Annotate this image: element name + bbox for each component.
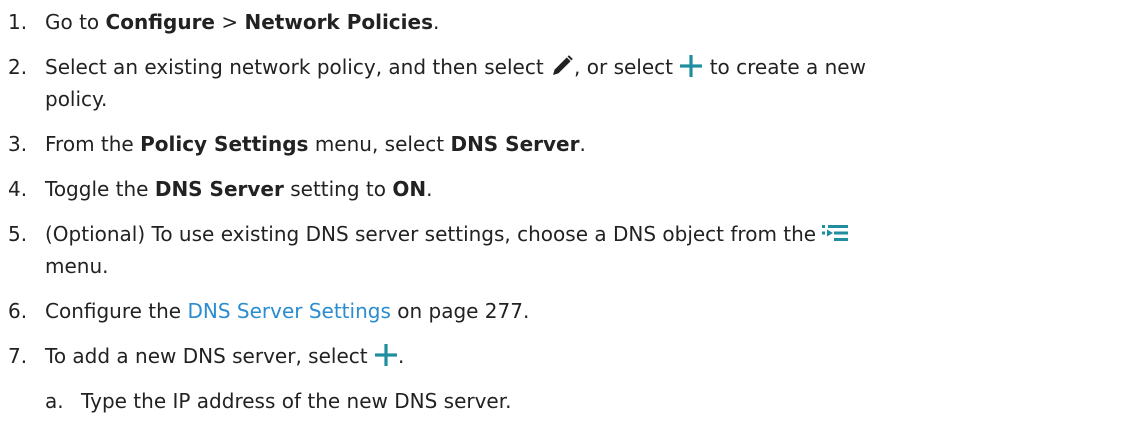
step-2: 2. Select an existing network policy, and… bbox=[8, 51, 1118, 115]
dns-server-settings-link[interactable]: DNS Server Settings bbox=[187, 299, 390, 323]
step-5: 5. (Optional) To use existing DNS server … bbox=[8, 218, 1118, 282]
procedure-steps: 1. Go to Configure > Network Policies. 2.… bbox=[8, 6, 1118, 430]
step-4: 4. Toggle the DNS Server setting to ON. bbox=[8, 173, 1118, 205]
ui-term-dns-server: DNS Server bbox=[154, 177, 284, 201]
step-7: 7. To add a new DNS server, select . bbox=[8, 340, 1118, 372]
step-number: 1. bbox=[8, 10, 28, 34]
ui-term-configure: Configure bbox=[105, 10, 215, 34]
step-number: 4. bbox=[8, 177, 28, 201]
step-6: 6. Configure the DNS Server Settings on p… bbox=[8, 295, 1118, 327]
step-3: 3. From the Policy Settings menu, select … bbox=[8, 128, 1118, 160]
step-number: 5. bbox=[8, 222, 28, 246]
step-number: 3. bbox=[8, 132, 28, 156]
ui-term-on: ON bbox=[392, 177, 427, 201]
plus-icon bbox=[374, 343, 398, 367]
step-number: 2. bbox=[8, 55, 28, 79]
pencil-icon bbox=[550, 54, 574, 78]
step-1: 1. Go to Configure > Network Policies. bbox=[8, 6, 1118, 38]
step-number: 7. bbox=[8, 344, 28, 368]
ui-term-dns-server: DNS Server bbox=[450, 132, 580, 156]
object-list-menu-icon bbox=[822, 223, 849, 243]
ui-term-network-policies: Network Policies bbox=[244, 10, 433, 34]
ui-term-policy-settings: Policy Settings bbox=[140, 132, 309, 156]
plus-icon bbox=[679, 54, 703, 78]
step-number: 6. bbox=[8, 299, 28, 323]
step-number: a. bbox=[45, 389, 64, 413]
step-7a: a. Type the IP address of the new DNS ser… bbox=[45, 385, 1118, 417]
